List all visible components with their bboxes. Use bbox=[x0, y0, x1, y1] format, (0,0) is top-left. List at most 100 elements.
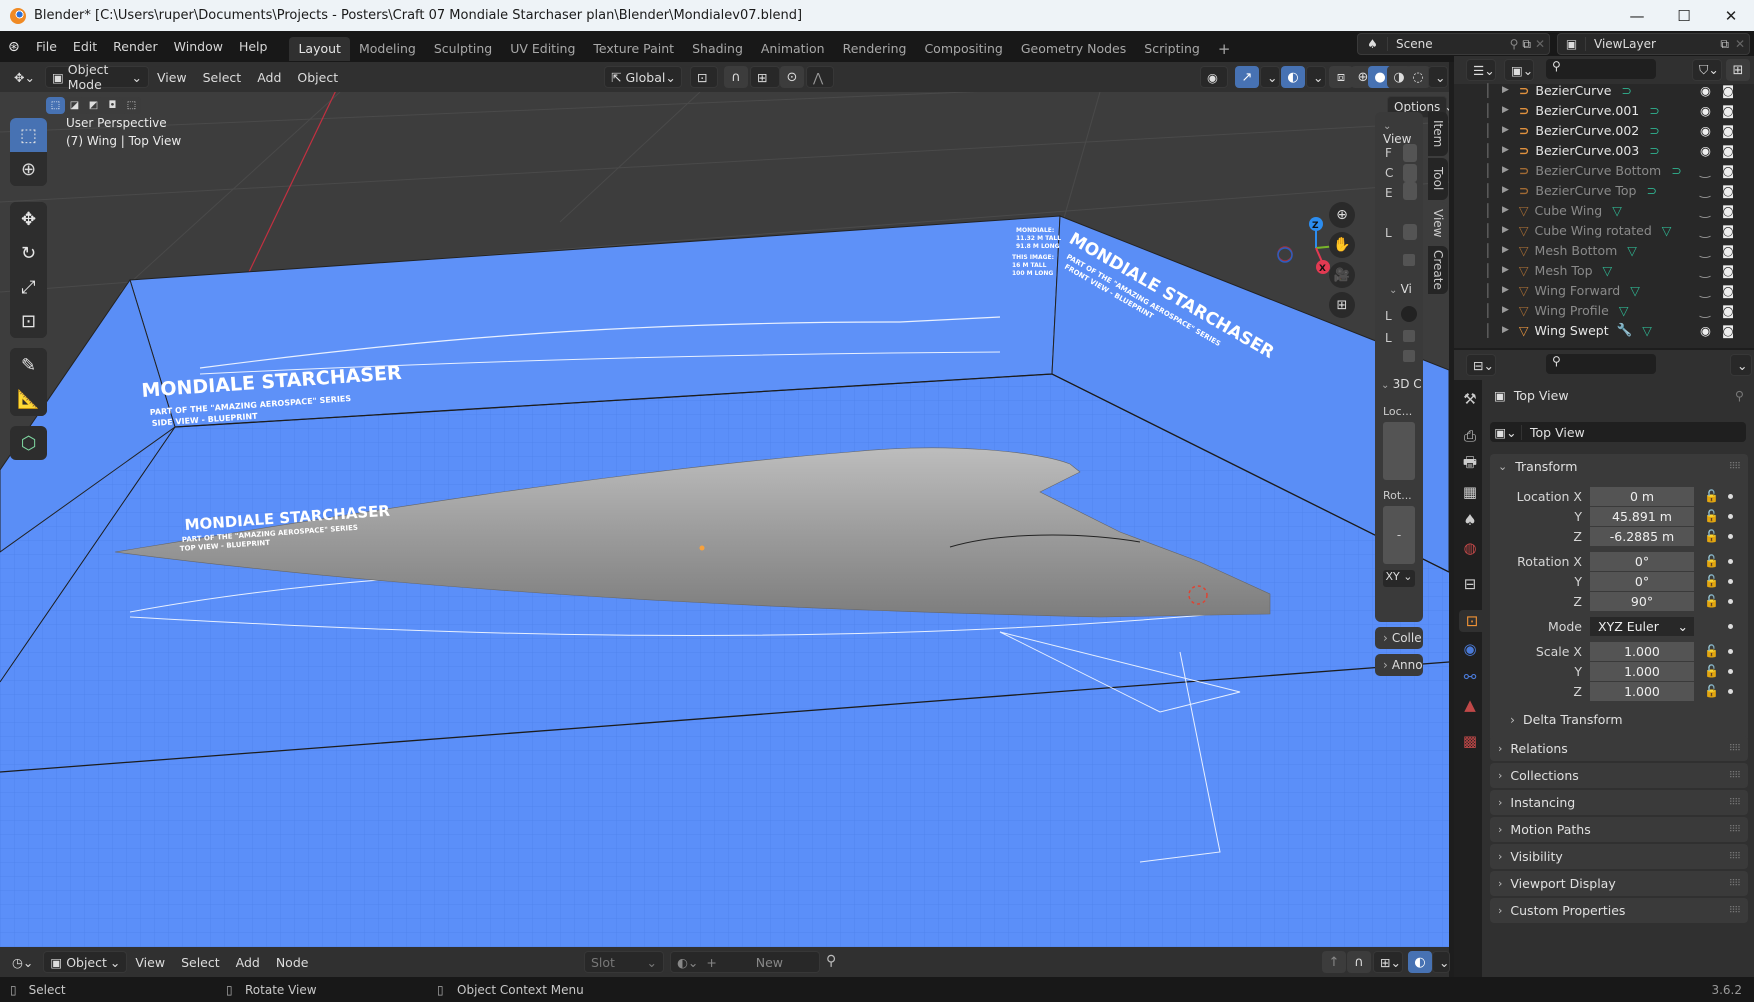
camera-render-icon[interactable]: ◙ bbox=[1722, 303, 1734, 318]
shading-dropdown[interactable]: ⌄ bbox=[1428, 66, 1448, 88]
tab-modeling[interactable]: Modeling bbox=[350, 37, 425, 61]
drag-grip-icon[interactable]: ⠿⠿ bbox=[1729, 906, 1741, 916]
camera-render-icon[interactable]: ◙ bbox=[1722, 223, 1734, 238]
pan-view-icon[interactable]: ✋ bbox=[1329, 232, 1355, 258]
viewport-menu-select[interactable]: Select bbox=[195, 70, 250, 85]
outliner-item-name[interactable]: Wing Profile bbox=[1535, 303, 1609, 318]
keyframe-dot[interactable] bbox=[1728, 493, 1733, 499]
delta-transform-subpanel[interactable]: › Delta Transform bbox=[1510, 712, 1623, 727]
editor-type-shader-icon[interactable]: ◷⌄ bbox=[6, 951, 39, 973]
3d-cursor-header[interactable]: ⌄ 3D C bbox=[1381, 377, 1422, 391]
focal-length-field[interactable] bbox=[1403, 144, 1417, 162]
visibility-selector-icon[interactable]: ◉ bbox=[1200, 66, 1228, 88]
snap-target-button[interactable]: ⊞ bbox=[750, 66, 780, 88]
scale-tool-icon[interactable]: ⤢ bbox=[10, 270, 47, 304]
perspective-toggle-icon[interactable]: ⊞ bbox=[1329, 292, 1355, 318]
outliner-item-name[interactable]: Mesh Top bbox=[1535, 263, 1593, 278]
transform-orientation-selector[interactable]: ⇱ Global ⌄ bbox=[604, 66, 682, 88]
expand-arrow-icon[interactable]: ▶ bbox=[1502, 325, 1509, 335]
outliner-item-name[interactable]: Cube Wing rotated bbox=[1535, 223, 1652, 238]
outliner-item[interactable]: │ ▶ ⊃ BezierCurve Bottom ⊃ ‿ ◙ bbox=[1454, 160, 1754, 180]
rotation-x-field[interactable]: 0° bbox=[1590, 551, 1694, 571]
camera-render-icon[interactable]: ◙ bbox=[1722, 243, 1734, 258]
outliner-search-input[interactable]: ⚲ bbox=[1546, 59, 1656, 79]
expand-arrow-icon[interactable]: ▶ bbox=[1502, 265, 1509, 275]
material-new-button[interactable]: ◐⌄ + New bbox=[670, 951, 820, 973]
constraints-tab-icon[interactable]: ⚯ bbox=[1459, 666, 1481, 688]
pivot-point-button[interactable]: ⊡ bbox=[690, 66, 718, 88]
lock-icon[interactable]: 🔓 bbox=[1704, 684, 1719, 698]
shader-overlay-icon[interactable]: ◐ bbox=[1408, 951, 1432, 973]
texture-tab-icon[interactable]: ▩ bbox=[1459, 730, 1481, 752]
viewport-menu-view[interactable]: View bbox=[149, 70, 195, 85]
shader-menu-node[interactable]: Node bbox=[268, 955, 317, 970]
expand-arrow-icon[interactable]: ▶ bbox=[1502, 165, 1509, 175]
lock-camera-checkbox[interactable] bbox=[1403, 350, 1415, 362]
outliner-editor-type[interactable]: ☰⌄ bbox=[1466, 59, 1496, 81]
expand-arrow-icon[interactable]: ▶ bbox=[1502, 125, 1509, 135]
xray-toggle-icon[interactable]: ⧈ bbox=[1329, 66, 1353, 88]
pin-properties-icon[interactable]: ⚲ bbox=[1735, 388, 1744, 403]
location-x-field[interactable]: 0 m bbox=[1590, 486, 1694, 506]
lock-icon[interactable]: 🔓 bbox=[1704, 489, 1719, 503]
rotation-z-field[interactable]: 90° bbox=[1590, 591, 1694, 611]
expand-arrow-icon[interactable]: ▶ bbox=[1502, 185, 1509, 195]
camera-render-icon[interactable]: ◙ bbox=[1722, 103, 1734, 118]
eye-closed-icon[interactable]: ‿ bbox=[1700, 283, 1710, 298]
scene-selector[interactable]: ♠ Scene ⚲ ⧉ ✕ bbox=[1357, 33, 1550, 55]
drag-grip-icon[interactable]: ⠿⠿ bbox=[1729, 852, 1741, 862]
drag-grip-icon[interactable]: ⠿⠿ bbox=[1729, 771, 1741, 781]
transform-tool-icon[interactable]: ⊡ bbox=[10, 304, 47, 338]
expand-arrow-icon[interactable]: ▶ bbox=[1502, 305, 1509, 315]
object-tab-icon[interactable]: ⊡ bbox=[1459, 610, 1485, 632]
eye-closed-icon[interactable]: ‿ bbox=[1700, 303, 1710, 318]
mesh-data-icon[interactable]: ▽ bbox=[1627, 243, 1637, 258]
keyframe-dot[interactable] bbox=[1728, 533, 1733, 539]
local-camera-field[interactable] bbox=[1403, 224, 1417, 240]
drag-grip-icon[interactable]: ⠿⠿ bbox=[1729, 825, 1741, 835]
sidebar-tab-tool[interactable]: Tool bbox=[1428, 158, 1448, 200]
scene-tab-icon[interactable]: ♠ bbox=[1459, 509, 1481, 531]
camera-render-icon[interactable]: ◙ bbox=[1722, 163, 1734, 178]
gizmo-toggle-icon[interactable]: ↗ bbox=[1235, 66, 1259, 88]
menu-file[interactable]: File bbox=[28, 31, 65, 62]
outliner-item[interactable]: │ ▶ ⊃ BezierCurve.002 ⊃ ◉ ◙ bbox=[1454, 120, 1754, 140]
lock-icon[interactable]: 🔓 bbox=[1704, 529, 1719, 543]
falloff-button[interactable]: ⋀ bbox=[806, 66, 834, 88]
select-new-icon[interactable]: ⬚ bbox=[46, 97, 65, 114]
cursor-location-fields[interactable] bbox=[1383, 422, 1415, 480]
curve-data-icon[interactable]: ⊃ bbox=[1621, 83, 1631, 98]
sidebar-tab-view[interactable]: View bbox=[1428, 202, 1448, 244]
tab-uv-editing[interactable]: UV Editing bbox=[501, 37, 584, 61]
shader-menu-select[interactable]: Select bbox=[173, 955, 228, 970]
sidebar-tab-create[interactable]: Create bbox=[1428, 246, 1448, 294]
panel-custom-properties[interactable]: › Custom Properties ⠿⠿ bbox=[1490, 898, 1748, 923]
object-name-field[interactable]: ▣⌄ Top View bbox=[1490, 422, 1746, 442]
new-view-layer-icon[interactable]: ⧉ bbox=[1720, 37, 1729, 52]
scale-z-field[interactable]: 1.000 bbox=[1590, 681, 1694, 701]
parent-node-icon[interactable]: ↑ bbox=[1322, 951, 1346, 973]
outliner-item[interactable]: │ ▶ ⊃ BezierCurve Top ⊃ ‿ ◙ bbox=[1454, 180, 1754, 200]
outliner-item[interactable]: │ ▶ ▽ Mesh Bottom ▽ ‿ ◙ bbox=[1454, 240, 1754, 260]
keyframe-dot[interactable] bbox=[1728, 558, 1733, 564]
rotation-mode-dropdown[interactable]: XYZ Euler ⌄ bbox=[1590, 616, 1694, 636]
outliner-item[interactable]: │ ▶ ▽ Wing Swept 🔧 ▽ ◉ ◙ bbox=[1454, 320, 1754, 340]
view-lock-header[interactable]: ⌄ Vi bbox=[1389, 282, 1412, 296]
select-box-tool-icon[interactable]: ⬚ bbox=[10, 118, 47, 152]
outliner-item-name[interactable]: BezierCurve Top bbox=[1535, 183, 1636, 198]
outliner-item-name[interactable]: Mesh Bottom bbox=[1535, 243, 1618, 258]
lock-cursor-checkbox[interactable] bbox=[1403, 330, 1415, 342]
eye-closed-icon[interactable]: ‿ bbox=[1700, 243, 1710, 258]
properties-search-input[interactable]: ⚲ bbox=[1546, 354, 1656, 374]
lock-icon[interactable]: 🔓 bbox=[1704, 574, 1719, 588]
curve-data-icon[interactable]: ⊃ bbox=[1649, 103, 1659, 118]
annotations-panel-collapsed[interactable]: › Anno bbox=[1375, 654, 1423, 676]
blender-menu-icon[interactable]: ⊛ bbox=[8, 39, 28, 55]
outliner-item-name[interactable]: Wing Forward bbox=[1535, 283, 1621, 298]
pin-shader-icon[interactable]: ⚲ bbox=[826, 953, 836, 969]
camera-render-icon[interactable]: ◙ bbox=[1722, 263, 1734, 278]
lock-object-field[interactable] bbox=[1401, 306, 1417, 322]
viewport-menu-add[interactable]: Add bbox=[249, 70, 289, 85]
scale-x-field[interactable]: 1.000 bbox=[1590, 641, 1694, 661]
minimize-button[interactable]: — bbox=[1614, 0, 1660, 31]
